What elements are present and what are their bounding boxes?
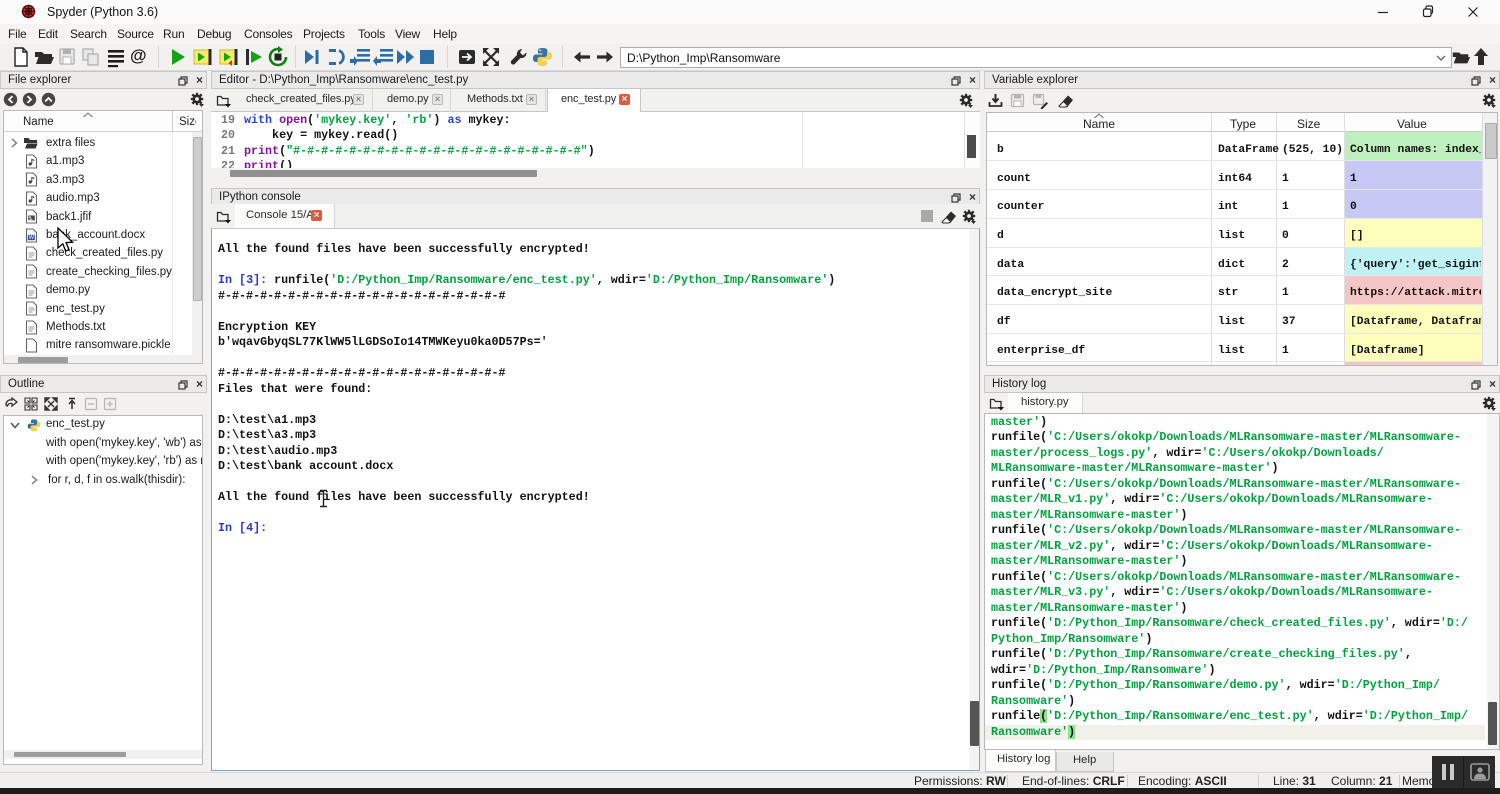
svg-text:W: W <box>29 235 35 241</box>
